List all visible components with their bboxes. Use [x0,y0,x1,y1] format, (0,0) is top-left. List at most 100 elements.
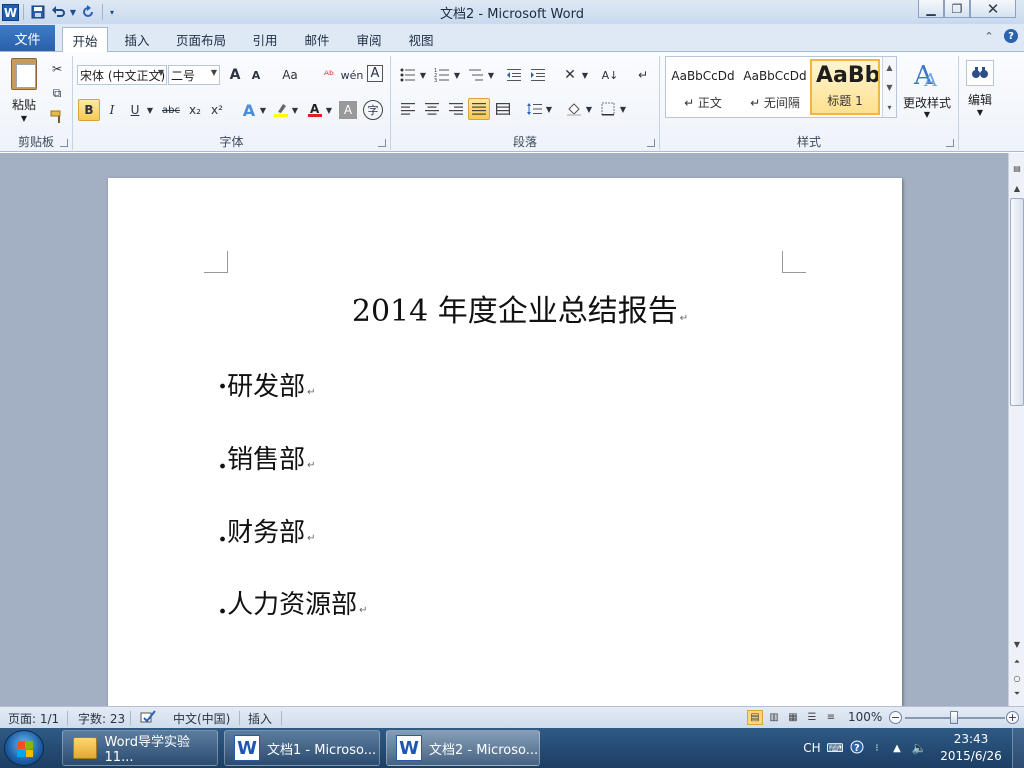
font-size-combo[interactable]: 二号 ▼ [168,65,220,85]
style-no-spacing[interactable]: AaBbCcDd ↵ 无间隔 [740,59,810,115]
font-color-dropdown-icon[interactable]: ▼ [325,99,333,121]
word-count[interactable]: 字数: 23 [78,710,125,727]
taskbar-task-doc2[interactable]: W 文档2 - Microso... [386,730,540,766]
scroll-up-icon[interactable]: ▲ [1010,181,1024,195]
options-icon[interactable]: ⁝ [868,743,886,754]
tab-references[interactable]: 引用 [244,27,286,52]
line-spacing-icon[interactable] [523,98,545,120]
zoom-slider-thumb[interactable] [950,711,958,724]
style-heading-1[interactable]: AaBb 标题 1 [810,59,880,115]
scroll-thumb[interactable] [1010,198,1024,406]
align-left-icon[interactable] [397,98,419,120]
align-right-icon[interactable] [445,98,467,120]
taskbar-clock[interactable]: 23:43 2015/6/26 [936,731,1006,765]
print-layout-view-icon[interactable]: ▤ [747,710,763,725]
tab-insert[interactable]: 插入 [116,27,158,52]
list-item[interactable]: .财务部 ↵ [218,512,315,549]
more-styles-icon[interactable]: ▾ [887,103,891,112]
align-center-icon[interactable] [421,98,443,120]
bold-button[interactable]: B [78,99,100,121]
increase-indent-icon[interactable] [527,64,549,86]
paragraph-launcher-icon[interactable] [647,139,655,147]
multilevel-list-icon[interactable] [465,64,487,86]
line-spacing-dropdown-icon[interactable]: ▼ [545,98,553,120]
maximize-icon[interactable]: ❐ [944,0,970,18]
numbering-icon[interactable]: 123 [431,64,453,86]
phonetic-guide-icon[interactable]: wén [341,64,364,86]
ruler-toggle-icon[interactable]: ▤ [1010,161,1024,175]
borders-icon[interactable] [597,98,619,120]
tab-home[interactable]: 开始 [62,27,108,53]
zoom-in-icon[interactable]: + [1006,711,1019,724]
tab-review[interactable]: 审阅 [348,27,390,52]
bullets-icon[interactable] [397,64,419,86]
styles-launcher-icon[interactable] [946,139,954,147]
document-title[interactable]: 2014 年度企业总结报告 ↵ [108,286,902,330]
chevron-up-icon[interactable]: ▲ [886,63,892,72]
asian-layout-icon[interactable]: ✕ [559,64,581,86]
list-item[interactable]: .销售部 ↵ [218,439,315,476]
character-border-button[interactable]: A [367,65,383,82]
font-name-combo[interactable]: 宋体 (中文正文) ▼ [77,65,167,85]
asian-layout-dropdown-icon[interactable]: ▼ [581,64,589,86]
copy-icon[interactable]: ⧉ [48,82,66,104]
borders-dropdown-icon[interactable]: ▼ [619,98,627,120]
style-gallery-scroll[interactable]: ▲ ▼ ▾ [882,57,896,117]
tab-page-layout[interactable]: 页面布局 [168,27,234,52]
language-indicator[interactable]: 中文(中国) [173,710,230,727]
taskbar-task-folder[interactable]: Word导学实验11... [62,730,218,766]
help-icon[interactable]: ? [846,740,868,757]
numbering-dropdown-icon[interactable]: ▼ [453,64,461,86]
enclose-characters-button[interactable]: 字 [363,100,383,120]
clipboard-launcher-icon[interactable] [60,139,68,147]
italic-button[interactable]: I [102,99,122,121]
list-item[interactable]: .人力资源部 ↵ [218,584,367,621]
ime-indicator[interactable]: CH [800,741,824,755]
bullets-dropdown-icon[interactable]: ▼ [419,64,427,86]
next-page-icon[interactable]: ⏷ [1010,687,1024,701]
paste-button[interactable]: 粘贴 ▼ [6,56,42,134]
justify-icon[interactable] [468,98,490,120]
clear-format-icon[interactable]: ᴬᵇ [319,64,339,86]
vertical-scrollbar[interactable]: ▤ ▲ ▼ ⏶ ○ ⏷ [1008,153,1024,706]
shrink-font-button[interactable]: A [247,64,265,86]
paste-dropdown-icon[interactable]: ▼ [6,114,42,123]
list-item[interactable]: ·研发部 ↵ [218,366,315,403]
zoom-level[interactable]: 100% [848,710,882,724]
tab-mailings[interactable]: 邮件 [296,27,338,52]
cut-icon[interactable]: ✂ [48,58,66,80]
shading-dropdown-icon[interactable]: ▼ [585,98,593,120]
start-button[interactable] [4,730,44,766]
style-normal[interactable]: AaBbCcDd ↵ 正文 [668,59,738,115]
underline-button[interactable]: U [125,99,145,121]
text-effects-icon[interactable]: A [239,99,259,121]
minimize-ribbon-icon[interactable]: ⌃ [982,29,996,43]
document-page[interactable]: 2014 年度企业总结报告 ↵ ·研发部 ↵ .销售部 ↵ .财务部 ↵ .人力资源部 ↵ [108,178,902,706]
scroll-down-icon[interactable]: ▼ [1010,637,1024,651]
keyboard-icon[interactable]: ⌨ [824,741,846,755]
previous-page-icon[interactable]: ⏶ [1010,655,1024,669]
distributed-icon[interactable] [492,98,514,120]
format-painter-icon[interactable] [48,106,66,128]
underline-dropdown-icon[interactable]: ▼ [145,99,155,121]
outline-view-icon[interactable]: ☰ [804,710,820,725]
font-launcher-icon[interactable] [378,139,386,147]
web-layout-icon[interactable]: ▦ [785,710,801,725]
page-count[interactable]: 页面: 1/1 [8,710,59,727]
show-formatting-marks-icon[interactable]: ↵ [633,64,653,86]
character-shading-button[interactable]: A [339,101,357,119]
show-hidden-icons[interactable]: ▲ [886,743,908,754]
strikethrough-button[interactable]: abc [159,99,183,121]
editing-button[interactable]: 编辑 ▼ [962,56,998,126]
chevron-down-icon[interactable]: ▼ [886,83,892,92]
text-effects-dropdown-icon[interactable]: ▼ [259,99,267,121]
tab-view[interactable]: 视图 [400,27,442,52]
change-styles-button[interactable]: AA 更改样式 ▼ [900,56,954,132]
zoom-out-icon[interactable]: − [889,711,902,724]
volume-icon[interactable]: 🔈 [908,741,930,755]
minimize-icon[interactable]: ▁ [918,0,944,18]
change-case-button[interactable]: Aa [277,64,303,86]
sort-icon[interactable]: A↓ [599,64,621,86]
subscript-button[interactable]: x₂ [185,99,205,121]
grow-font-button[interactable]: A [225,64,245,86]
